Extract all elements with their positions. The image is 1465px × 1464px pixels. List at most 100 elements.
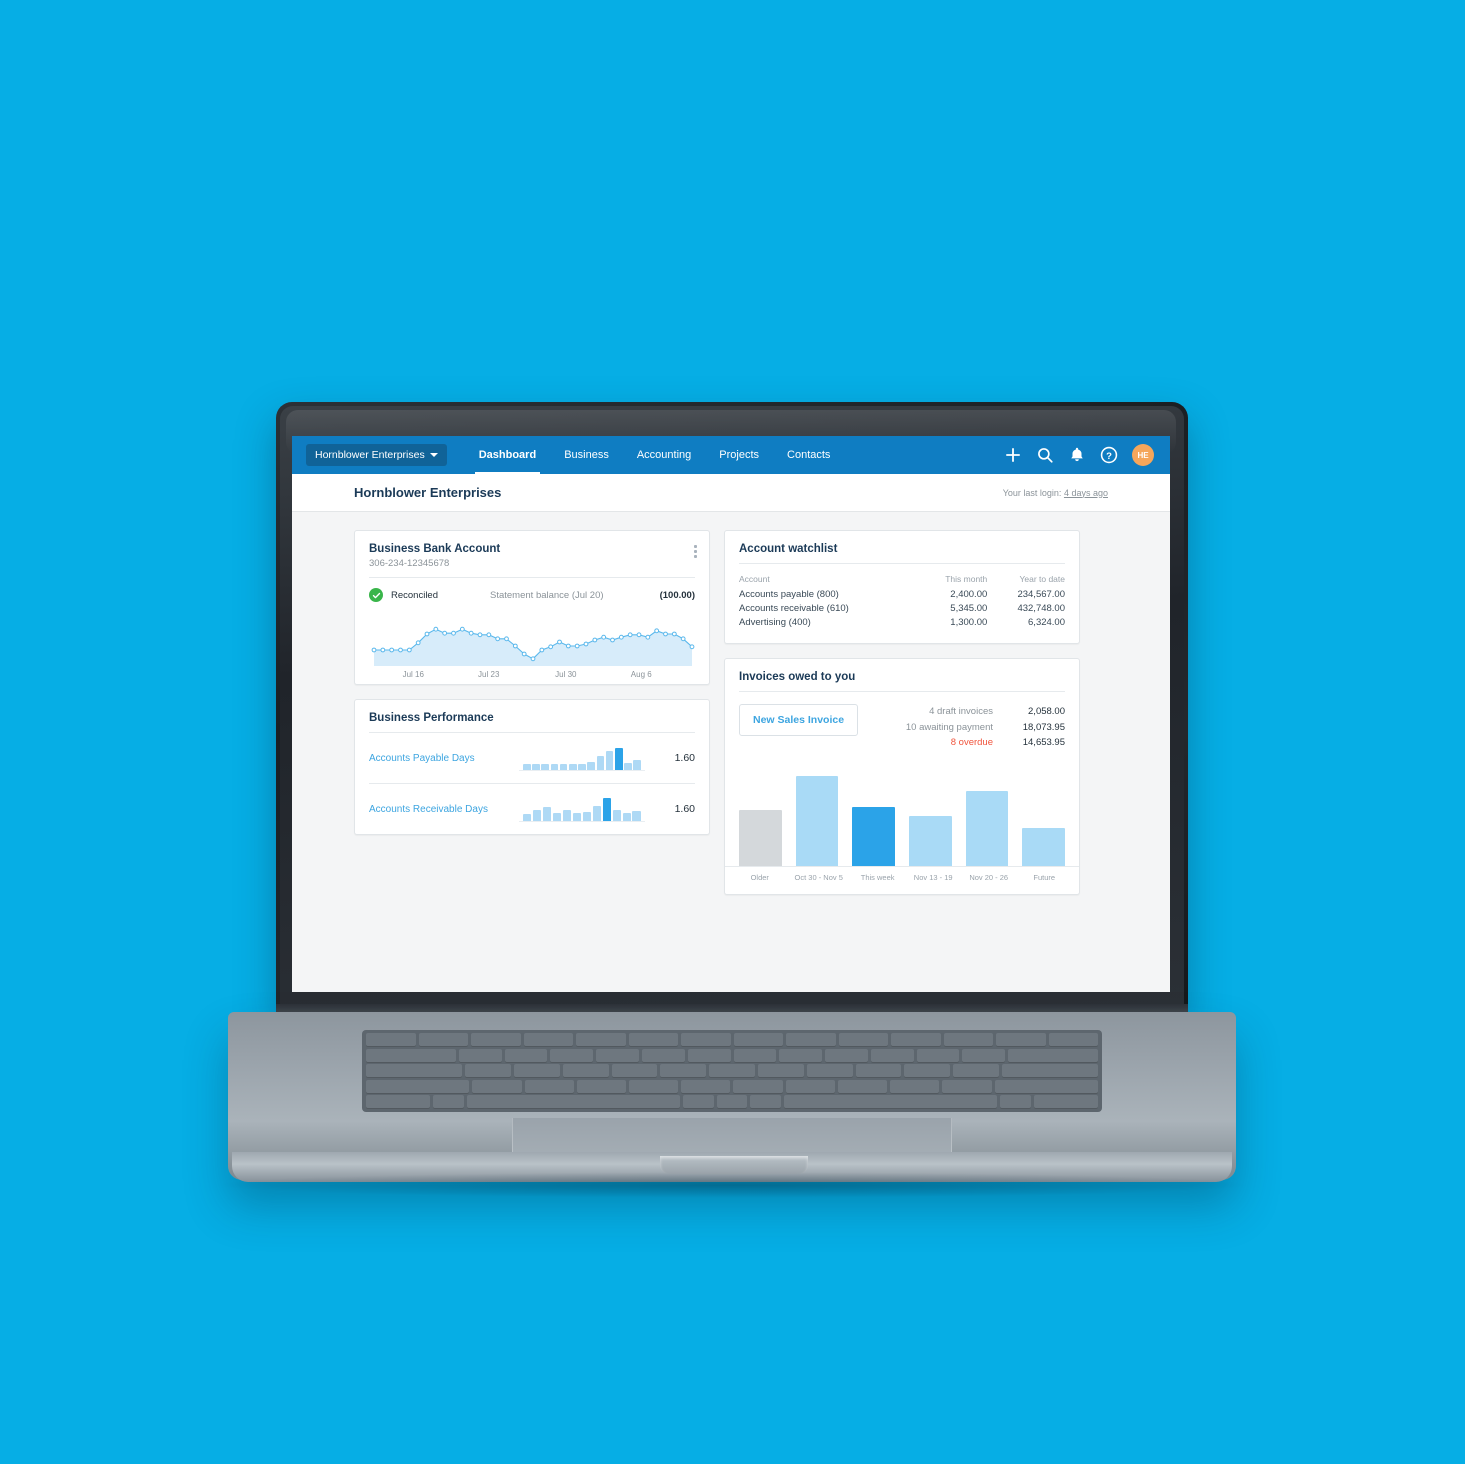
keyboard-key: [683, 1095, 714, 1109]
keyboard-key: [504, 1048, 548, 1063]
keyboard-key: [1008, 1048, 1099, 1063]
invoice-bar[interactable]: [852, 807, 896, 866]
help-icon[interactable]: ?: [1100, 446, 1118, 464]
accounts-receivable-days-link[interactable]: Accounts Receivable Days: [369, 804, 519, 815]
sparkline-bar: [596, 756, 605, 770]
org-switcher-button[interactable]: Hornblower Enterprises: [306, 444, 447, 466]
accounts-receivable-days-sparkline[interactable]: [519, 796, 645, 822]
invoice-axis-label: Nov 20 - 26: [969, 872, 1009, 882]
watchlist-table: Account This month Year to date Accounts…: [739, 574, 1065, 629]
invoice-axis-label: Future: [1033, 872, 1056, 882]
keyboard-key: [1000, 1095, 1031, 1109]
keyboard: [362, 1030, 1102, 1112]
invoice-axis-label: Oct 30 - Nov 5: [794, 872, 843, 882]
bell-icon[interactable]: [1068, 446, 1086, 464]
plus-icon[interactable]: [1004, 446, 1022, 464]
invoice-axis-label: This week: [860, 872, 895, 882]
keyboard-key: [628, 1033, 678, 1047]
watchlist-card-header: Account watchlist: [725, 531, 1079, 563]
nav-link-business[interactable]: Business: [550, 436, 623, 474]
keyboard-key: [825, 1048, 868, 1063]
keyboard-key: [466, 1095, 681, 1109]
invoice-stat-label[interactable]: 8 overdue: [951, 735, 993, 751]
bank-card-title: Business Bank Account: [369, 543, 501, 555]
keyboard-key: [943, 1033, 993, 1047]
sparkline-bar: [622, 813, 631, 821]
nav-link-accounting[interactable]: Accounting: [623, 436, 705, 474]
performance-row-receivable: Accounts Receivable Days 1.60: [355, 784, 709, 834]
search-icon[interactable]: [1036, 446, 1054, 464]
axis-tick-label: Aug 6: [630, 670, 652, 679]
keyboard-row: [366, 1079, 1098, 1094]
sparkline-bar: [612, 809, 622, 821]
accounts-payable-days-sparkline[interactable]: [519, 745, 645, 771]
keyboard-key: [629, 1079, 679, 1094]
nav-link-contacts[interactable]: Contacts: [773, 436, 844, 474]
last-login-link[interactable]: 4 days ago: [1064, 488, 1108, 498]
keyboard-key: [433, 1095, 464, 1109]
keyboard-key: [366, 1079, 470, 1094]
cell-account: Advertising (400): [739, 616, 811, 628]
sparkline-bar: [592, 806, 602, 821]
accounts-payable-days-link[interactable]: Accounts Payable Days: [369, 753, 519, 764]
invoice-stat-row: 4 draft invoices 2,058.00: [906, 704, 1065, 720]
invoice-bar[interactable]: [1022, 828, 1066, 866]
bank-card-header: Business Bank Account 306-234-12345678: [355, 531, 709, 577]
table-row[interactable]: Accounts payable (800) 2,400.00 234,567.00: [739, 587, 1065, 601]
invoice-bar[interactable]: [909, 815, 952, 866]
invoice-bar[interactable]: [739, 810, 782, 866]
keyboard-key: [687, 1048, 731, 1063]
reconciled-row: Reconciled Statement balance (Jul 20) (1…: [355, 578, 709, 606]
chevron-down-icon: [429, 453, 438, 457]
keyboard-key: [750, 1095, 781, 1109]
keyboard-key: [471, 1033, 521, 1047]
sparkline-bar: [568, 763, 577, 770]
nav-link-dashboard[interactable]: Dashboard: [465, 436, 550, 474]
keyboard-key: [870, 1048, 914, 1063]
page-title: Hornblower Enterprises: [354, 485, 502, 500]
cell-this-month: 2,400.00: [950, 588, 988, 600]
bank-balance-chart[interactable]: [355, 606, 709, 666]
keyboard-row: [366, 1095, 1099, 1109]
avatar[interactable]: HE: [1132, 444, 1154, 466]
watchlist-table-wrap: Account This month Year to date Accounts…: [725, 564, 1079, 643]
sparkline-bar: [562, 810, 572, 821]
table-row[interactable]: Advertising (400) 1,300.00 6,324.00: [739, 615, 1065, 629]
cell-ytd: 234,567.00: [1017, 588, 1065, 600]
keyboard-key: [716, 1095, 748, 1109]
watchlist-table-body: Accounts payable (800) 2,400.00 234,567.00…: [739, 587, 1065, 629]
cell-account: Accounts receivable (610): [739, 602, 849, 614]
invoices-bar-chart[interactable]: [725, 757, 1079, 867]
account-watchlist-card: Account watchlist Account This month Yea…: [724, 530, 1080, 644]
invoice-bar[interactable]: [965, 790, 1009, 866]
kebab-menu-icon[interactable]: [694, 545, 697, 558]
sparkline-bar: [523, 814, 532, 821]
keyboard-key: [733, 1048, 777, 1063]
sparkline-bar: [582, 812, 592, 821]
col-account: Account: [739, 574, 770, 584]
sparkline-bar: [624, 762, 632, 770]
keyboard-key: [524, 1079, 574, 1094]
check-circle-icon: [369, 588, 383, 602]
keyboard-key: [596, 1048, 639, 1063]
invoices-top-row: New Sales Invoice 4 draft invoices 2,058.…: [725, 692, 1079, 757]
sparkline-bar: [532, 763, 540, 770]
nav-link-projects[interactable]: Projects: [705, 436, 773, 474]
keyboard-key: [953, 1064, 999, 1078]
keyboard-key: [733, 1033, 783, 1047]
keyboard-key: [709, 1064, 755, 1078]
table-row[interactable]: Accounts receivable (610) 5,345.00 432,748…: [739, 601, 1065, 615]
keyboard-key: [733, 1079, 783, 1094]
sparkline-bar: [523, 764, 531, 770]
keyboard-key: [660, 1064, 707, 1078]
org-switcher-label: Hornblower Enterprises: [315, 449, 425, 461]
keyboard-key: [994, 1079, 1098, 1094]
left-column: Business Bank Account 306-234-12345678 R…: [354, 530, 710, 895]
invoice-bar[interactable]: [795, 776, 839, 866]
cell-account: Accounts payable (800): [739, 588, 839, 600]
performance-card-title: Business Performance: [369, 712, 494, 724]
new-sales-invoice-button[interactable]: New Sales Invoice: [739, 704, 859, 736]
keyboard-key: [611, 1064, 658, 1078]
keyboard-row: [366, 1064, 1099, 1078]
keyboard-key: [1033, 1095, 1099, 1109]
